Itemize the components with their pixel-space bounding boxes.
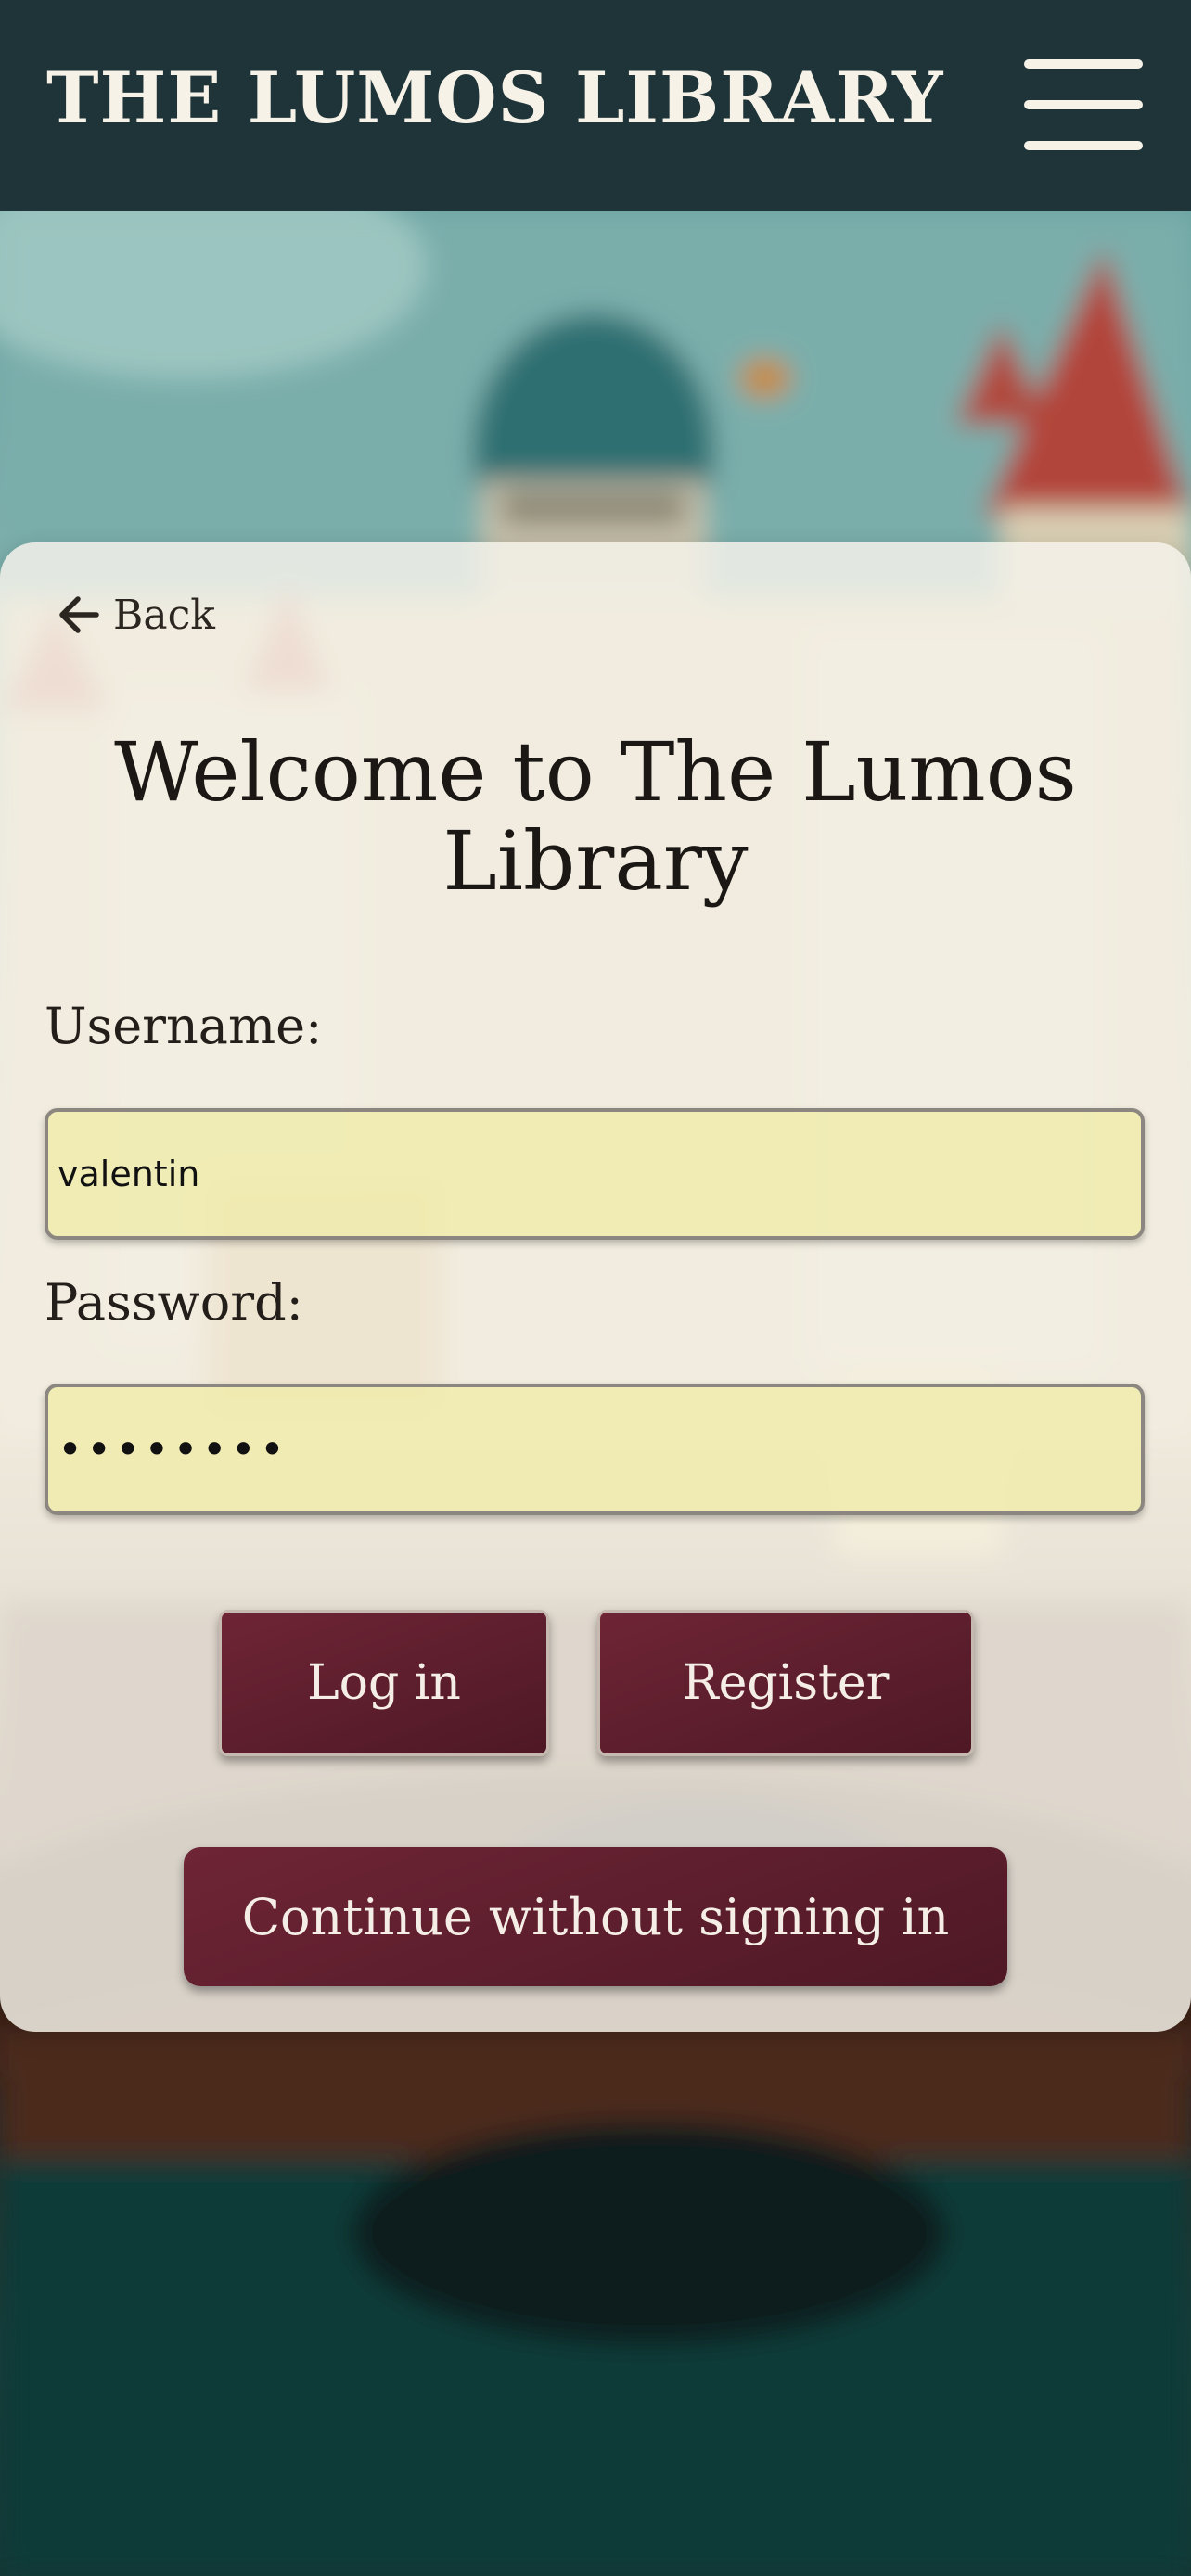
brand-title: THE LUMOS LIBRARY — [46, 57, 944, 139]
hamburger-menu-button[interactable] — [1018, 54, 1148, 156]
username-label: Username: — [45, 997, 323, 1055]
login-button[interactable]: Log in — [219, 1610, 549, 1756]
username-input[interactable] — [45, 1108, 1145, 1240]
register-button[interactable]: Register — [597, 1610, 974, 1756]
back-link[interactable]: Back — [54, 591, 215, 639]
arrow-left-icon — [59, 596, 99, 633]
welcome-title: Welcome to The Lumos Library — [114, 724, 1077, 909]
login-card: Back Welcome to The Lumos Library Userna… — [0, 542, 1191, 2032]
back-label: Back — [113, 591, 215, 639]
password-input[interactable] — [45, 1384, 1145, 1515]
continue-as-guest-button[interactable]: Continue without signing in — [184, 1847, 1007, 1986]
password-label: Password: — [45, 1273, 303, 1332]
top-header: THE LUMOS LIBRARY — [0, 0, 1191, 211]
hamburger-menu-icon — [1024, 59, 1143, 150]
